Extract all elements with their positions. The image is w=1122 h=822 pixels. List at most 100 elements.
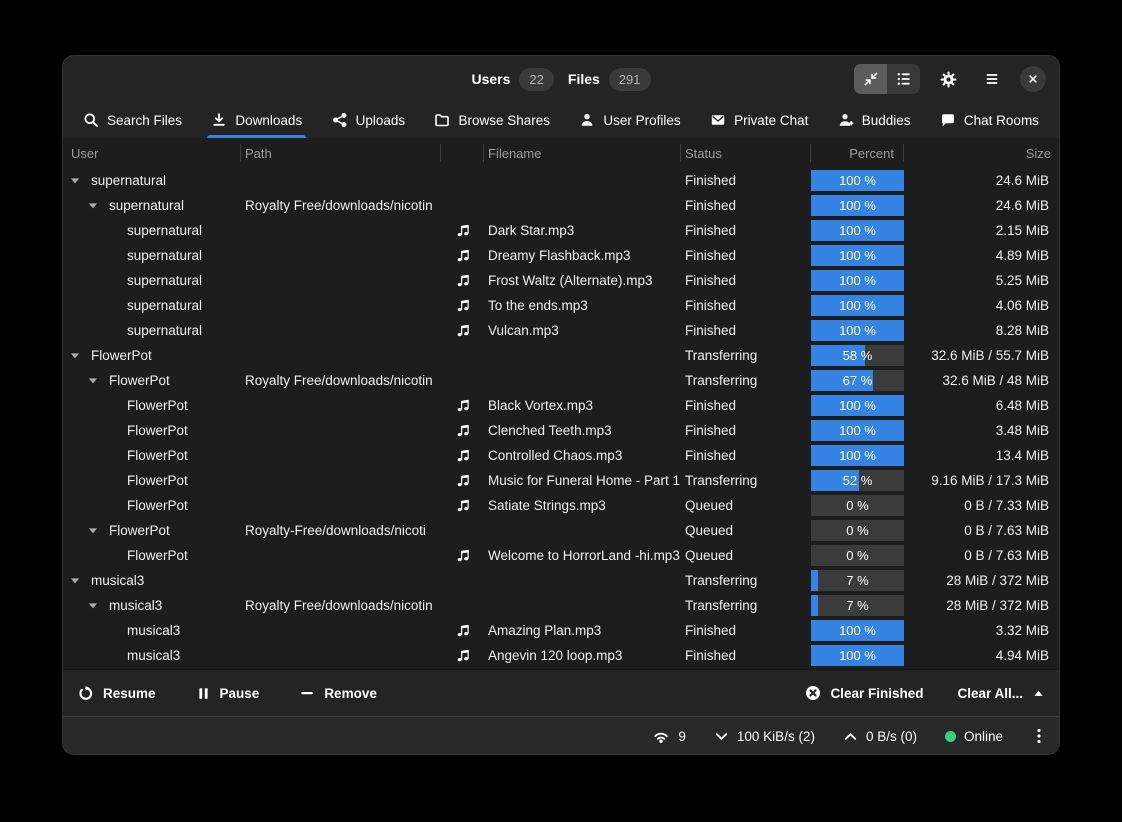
settings-button[interactable]	[932, 64, 964, 94]
table-row[interactable]: FlowerPotWelcome to HorrorLand -hi.mp3Qu…	[63, 543, 1059, 568]
expander-icon[interactable]	[87, 375, 99, 387]
column-header-filename[interactable]: Filename	[484, 138, 681, 168]
table-row[interactable]: musical3Royalty Free/downloads/nicotinTr…	[63, 593, 1059, 618]
progress-bar: 7 %	[811, 570, 904, 591]
size-cell: 3.48 MiB	[904, 423, 1059, 438]
percent-cell: 0 %	[811, 495, 904, 516]
user-name: FlowerPot	[127, 473, 188, 488]
user-name: supernatural	[127, 223, 202, 238]
table-row[interactable]: supernaturalTo the ends.mp3Finished100 %…	[63, 293, 1059, 318]
tab-downloads[interactable]: Downloads	[209, 102, 304, 138]
user-cell: supernatural	[63, 198, 241, 213]
statusbar-menu-button[interactable]	[1031, 727, 1047, 745]
file-icon-cell	[441, 273, 484, 288]
hamburger-menu-icon	[984, 71, 1000, 87]
tab-private-chat[interactable]: Private Chat	[708, 102, 810, 138]
percent-cell: 100 %	[811, 420, 904, 441]
progress-bar: 100 %	[811, 645, 904, 666]
table-row[interactable]: supernaturalRoyalty Free/downloads/nicot…	[63, 193, 1059, 218]
music-note-icon	[455, 273, 470, 288]
table-row[interactable]: supernaturalDark Star.mp3Finished100 %2.…	[63, 218, 1059, 243]
expand-rows-button[interactable]	[887, 64, 920, 94]
file-icon-cell	[441, 498, 484, 513]
table-row[interactable]: musical3Amazing Plan.mp3Finished100 %3.3…	[63, 618, 1059, 643]
expander-icon[interactable]	[69, 175, 81, 187]
close-window-button[interactable]	[1020, 66, 1046, 92]
column-header-file-icon[interactable]	[441, 138, 484, 168]
table-row[interactable]: FlowerPotRoyalty Free/downloads/nicotinT…	[63, 368, 1059, 393]
tab-chat-rooms[interactable]: Chat Rooms	[938, 102, 1041, 138]
user-cell: musical3	[63, 598, 241, 613]
wifi-count: 9	[678, 729, 686, 744]
user-name: FlowerPot	[127, 548, 188, 563]
table-row[interactable]: FlowerPotBlack Vortex.mp3Finished100 %6.…	[63, 393, 1059, 418]
tab-user-profiles[interactable]: User Profiles	[577, 102, 682, 138]
clear-finished-button[interactable]: Clear Finished	[805, 685, 923, 701]
clear-all-button[interactable]: Clear All...	[957, 686, 1045, 701]
column-header-size[interactable]: Size	[904, 138, 1060, 168]
pause-button[interactable]: Pause	[196, 686, 260, 701]
user-name: musical3	[91, 573, 144, 588]
expander-icon[interactable]	[87, 200, 99, 212]
user-cell: supernatural	[63, 323, 241, 338]
titlebar[interactable]: Users 22 Files 291	[63, 56, 1059, 102]
table-row[interactable]: FlowerPotRoyalty-Free/downloads/nicotiQu…	[63, 518, 1059, 543]
user-name: FlowerPot	[127, 448, 188, 463]
resume-button[interactable]: Resume	[77, 685, 156, 702]
table-row[interactable]: FlowerPotSatiate Strings.mp3Queued0 %0 B…	[63, 493, 1059, 518]
upload-rate-stat[interactable]: 0 B/s (0)	[843, 729, 917, 744]
progress-bar: 100 %	[811, 620, 904, 641]
file-icon-cell	[441, 473, 484, 488]
tab-label: Uploads	[356, 113, 406, 128]
tab-browse-shares[interactable]: Browse Shares	[432, 102, 552, 138]
progress-label: 7 %	[811, 595, 904, 616]
table-row[interactable]: FlowerPotControlled Chaos.mp3Finished100…	[63, 443, 1059, 468]
progress-label: 7 %	[811, 570, 904, 591]
percent-cell: 0 %	[811, 520, 904, 541]
connected-users-stat[interactable]: 9	[652, 728, 686, 744]
music-note-icon	[455, 323, 470, 338]
expander-icon[interactable]	[87, 600, 99, 612]
table-row[interactable]: musical3Transferring7 %28 MiB / 372 MiB	[63, 568, 1059, 593]
table-row[interactable]: musical3Angevin 120 loop.mp3Finished100 …	[63, 643, 1059, 668]
column-header-percent[interactable]: Percent	[811, 138, 904, 168]
music-note-icon	[455, 298, 470, 313]
expander-icon[interactable]	[69, 350, 81, 362]
table-row[interactable]: supernaturalVulcan.mp3Finished100 %8.28 …	[63, 318, 1059, 343]
file-icon-cell	[441, 648, 484, 663]
size-cell: 5.25 MiB	[904, 273, 1059, 288]
download-rate-stat[interactable]: 100 KiB/s (2)	[714, 729, 815, 744]
column-header-status[interactable]: Status	[681, 138, 811, 168]
table-row[interactable]: FlowerPotMusic for Funeral Home - Part 1…	[63, 468, 1059, 493]
tab-search-files[interactable]: Search Files	[81, 102, 184, 138]
clear-all-label: Clear All...	[957, 686, 1023, 701]
table-row[interactable]: FlowerPotTransferring58 %32.6 MiB / 55.7…	[63, 343, 1059, 368]
expander-icon[interactable]	[69, 575, 81, 587]
filename-cell: Clenched Teeth.mp3	[484, 423, 681, 438]
status-cell: Queued	[681, 548, 811, 563]
status-cell: Finished	[681, 648, 811, 663]
column-header-user[interactable]: User	[63, 138, 241, 168]
filename-cell: Black Vortex.mp3	[484, 398, 681, 413]
filename-cell: Amazing Plan.mp3	[484, 623, 681, 638]
tab-uploads[interactable]: Uploads	[330, 102, 408, 138]
tab-buddies[interactable]: Buddies	[836, 102, 913, 138]
column-header-path[interactable]: Path	[241, 138, 441, 168]
expander-icon[interactable]	[87, 525, 99, 537]
progress-label: 100 %	[811, 170, 904, 191]
percent-cell: 100 %	[811, 620, 904, 641]
size-cell: 8.28 MiB	[904, 323, 1059, 338]
main-menu-button[interactable]	[976, 64, 1008, 94]
resume-icon	[77, 685, 94, 702]
remove-button[interactable]: Remove	[299, 685, 377, 701]
connection-status[interactable]: Online	[945, 729, 1003, 744]
gear-icon	[940, 71, 957, 88]
table-row[interactable]: supernaturalFinished100 %24.6 MiB	[63, 168, 1059, 193]
table-row[interactable]: FlowerPotClenched Teeth.mp3Finished100 %…	[63, 418, 1059, 443]
table-row[interactable]: supernaturalDreamy Flashback.mp3Finished…	[63, 243, 1059, 268]
collapse-rows-button[interactable]	[854, 64, 887, 94]
table-row[interactable]: supernaturalFrost Waltz (Alternate).mp3F…	[63, 268, 1059, 293]
user-cell: FlowerPot	[63, 423, 241, 438]
filename-cell: Dark Star.mp3	[484, 223, 681, 238]
percent-cell: 100 %	[811, 270, 904, 291]
